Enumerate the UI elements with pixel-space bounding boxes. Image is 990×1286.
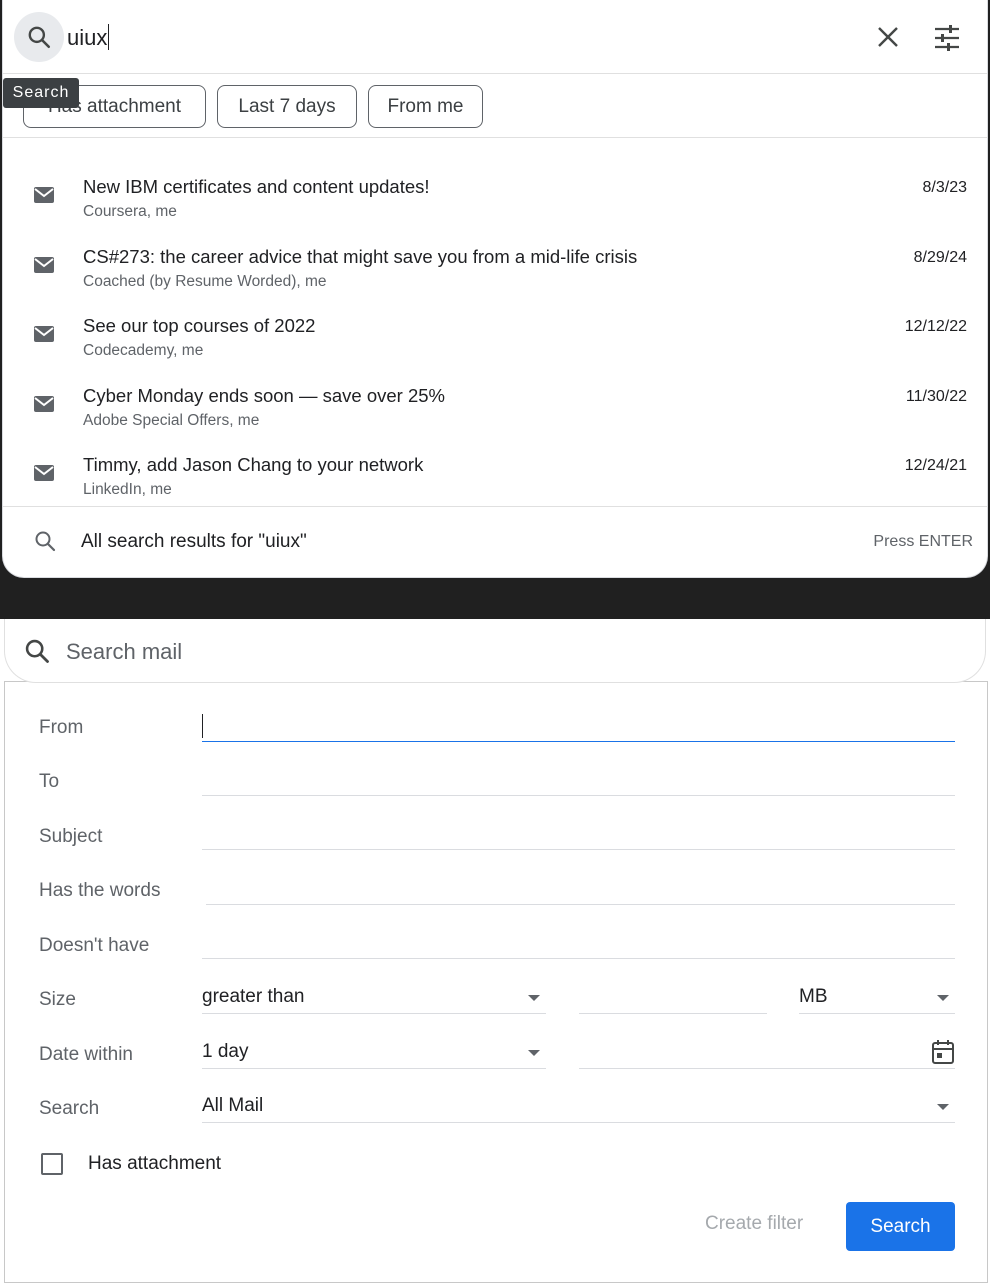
date-within-value: 1 day [202,1041,249,1062]
size-operator-select[interactable]: greater than [202,982,546,1014]
search-scope-value: All Mail [202,1095,264,1116]
search-icon [28,26,51,49]
all-search-results-row[interactable]: All search results for "uiux" Press ENTE… [3,506,987,577]
search-bar: uiux [3,0,987,74]
size-label: Size [39,989,76,1010]
doesnt-have-label: Doesn't have [39,935,150,956]
mail-icon [34,187,54,203]
suggestion-subject: Cyber Monday ends soon — save over 25% [83,385,445,406]
close-icon [878,27,898,47]
chevron-down-icon [937,995,949,1001]
clear-search-button[interactable] [871,20,905,54]
mail-icon [34,257,54,273]
from-label: From [39,717,84,738]
suggestion-date: 8/3/23 [922,179,967,196]
suggestion-item[interactable]: Cyber Monday ends soon — save over 25% A… [3,369,987,435]
create-filter-button[interactable]: Create filter [705,1213,803,1235]
press-enter-hint: Press ENTER [873,533,973,550]
search-submit-button[interactable]: Search [846,1202,955,1251]
quick-filter-chips: Has attachment Last 7 days From me [3,74,987,138]
chevron-down-icon [528,995,540,1001]
suggestion-sender: Adobe Special Offers, me [83,412,260,429]
suggestion-item[interactable]: See our top courses of 2022 Codecademy, … [3,299,987,365]
suggestion-sender: Coached (by Resume Worded), me [83,273,327,290]
search-button[interactable] [14,12,64,62]
to-label: To [39,771,60,792]
suggestion-item[interactable]: Timmy, add Jason Chang to your network L… [3,438,987,504]
search-query-input[interactable]: uiux [67,24,110,51]
search-mail-placeholder: Search mail [66,639,183,664]
search-scope-select[interactable]: All Mail [202,1091,955,1123]
search-tooltip: Search [3,78,79,108]
date-picker-field[interactable] [579,1037,955,1069]
tune-icon [935,25,959,51]
chip-from-me[interactable]: From me [368,85,483,128]
advanced-search-form: From To Subject Has the words Doesn't ha… [4,681,988,1283]
show-search-options-button[interactable] [929,20,965,56]
suggestion-sender: Codecademy, me [83,342,204,359]
from-field[interactable] [202,712,955,742]
has-attachment-label: Has attachment [88,1153,222,1174]
to-field[interactable] [202,766,955,796]
text-cursor [108,24,110,50]
advanced-search-panel: Search mail From To Subject Has the word… [0,619,990,1286]
mail-icon [34,326,54,342]
suggestion-subject: See our top courses of 2022 [83,315,316,336]
mail-icon [34,465,54,481]
chip-last-7-days[interactable]: Last 7 days [217,85,357,128]
chevron-down-icon [528,1050,540,1056]
size-value-field[interactable] [579,984,767,1014]
date-within-select[interactable]: 1 day [202,1037,546,1069]
search-icon [35,531,56,552]
search-query-text: uiux [67,25,108,50]
suggestion-item[interactable]: CS#273: the career advice that might sav… [3,230,987,296]
suggestion-date: 12/24/21 [904,457,967,474]
suggestion-date: 8/29/24 [913,249,967,266]
size-operator-value: greater than [202,986,305,1007]
suggestion-date: 11/30/22 [905,388,967,405]
suggestion-sender: LinkedIn, me [83,481,172,498]
has-words-field[interactable] [206,875,955,905]
subject-field[interactable] [202,820,955,850]
suggestion-subject: CS#273: the career advice that might sav… [83,246,638,267]
date-within-label: Date within [39,1044,133,1065]
calendar-icon[interactable] [931,1039,955,1065]
all-results-label: All search results for "uiux" [81,531,307,552]
has-words-label: Has the words [39,880,161,901]
mail-icon [34,396,54,412]
suggestion-subject: Timmy, add Jason Chang to your network [83,454,424,475]
suggestion-date: 12/12/22 [904,318,967,335]
search-scope-label: Search [39,1098,100,1119]
suggestion-item[interactable]: New IBM certificates and content updates… [3,160,987,226]
search-suggestions-panel: uiux Has attachment Last 7 days From me … [2,0,988,578]
size-unit-value: MB [799,986,828,1007]
search-mail-bar[interactable]: Search mail [4,619,986,683]
has-attachment-checkbox[interactable] [41,1153,63,1175]
search-icon [25,639,49,663]
subject-label: Subject [39,826,103,847]
size-unit-select[interactable]: MB [799,982,955,1014]
doesnt-have-field[interactable] [202,929,955,959]
suggestion-subject: New IBM certificates and content updates… [83,176,430,197]
chevron-down-icon [937,1104,949,1110]
suggestion-sender: Coursera, me [83,203,177,220]
text-cursor [202,714,203,738]
